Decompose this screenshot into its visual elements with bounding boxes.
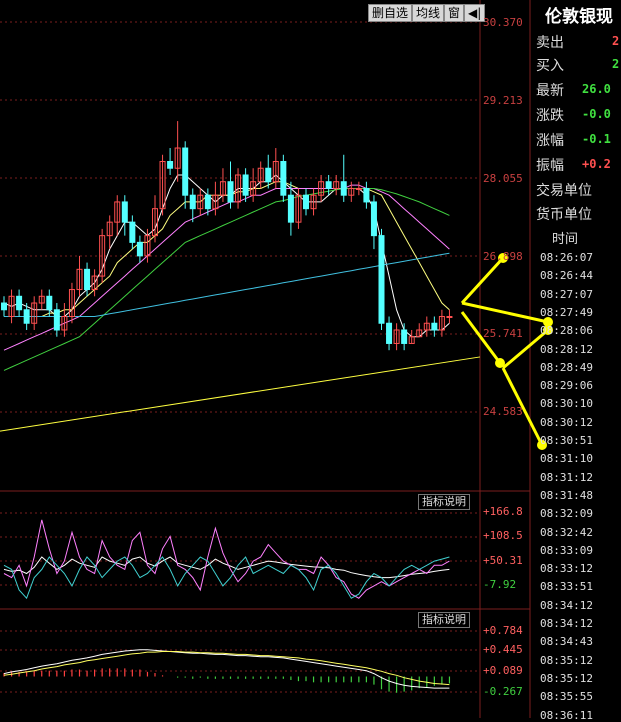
tick-time: 08:33:09 bbox=[540, 543, 593, 557]
candle-body bbox=[121, 201, 128, 223]
candle-body bbox=[16, 295, 23, 311]
tick-time: 08:36:11 bbox=[540, 708, 593, 722]
quote-label-change: 涨跌 bbox=[536, 108, 564, 124]
quote-label-amplitude: 振幅 bbox=[536, 158, 564, 174]
price-axis-label: 26.898 bbox=[483, 250, 523, 263]
tick-time: 08:30:10 bbox=[540, 397, 593, 411]
tick-time: 08:32:42 bbox=[540, 525, 593, 539]
tick-time: 08:35:12 bbox=[540, 671, 593, 685]
candle-body bbox=[280, 161, 287, 196]
tick-time: 08:31:10 bbox=[540, 452, 593, 466]
candle-body bbox=[431, 322, 438, 331]
chart-toolbar: 删自选 均线 窗 ◀| bbox=[368, 4, 486, 22]
moving-average-button[interactable]: 均线 bbox=[412, 4, 445, 22]
tick-time: 08:33:12 bbox=[540, 562, 593, 576]
quote-value-bid: 2 bbox=[612, 57, 620, 71]
tick-time: 08:28:06 bbox=[540, 324, 593, 338]
candle-body bbox=[1, 302, 7, 311]
candle-body bbox=[363, 187, 370, 203]
candle-body bbox=[53, 309, 60, 331]
quote-label-last: 最新 bbox=[536, 83, 564, 99]
indicator-axis-label: +0.784 bbox=[483, 624, 523, 637]
tick-time: 08:26:44 bbox=[540, 269, 593, 283]
tick-time: 08:28:12 bbox=[540, 342, 593, 356]
tick-time: 08:28:49 bbox=[540, 360, 593, 374]
candle-body bbox=[265, 167, 272, 183]
tick-time: 08:34:12 bbox=[540, 598, 593, 612]
candle-body bbox=[325, 181, 332, 189]
tick-time: 08:35:55 bbox=[540, 690, 593, 704]
quote-value-amplitude: +0.2 bbox=[582, 157, 611, 171]
quote-label-ask: 卖出 bbox=[536, 35, 564, 51]
candle-body bbox=[182, 147, 189, 196]
window-button[interactable]: 窗 bbox=[444, 4, 465, 22]
candle-body bbox=[446, 316, 453, 319]
candle-body bbox=[129, 221, 136, 243]
price-axis-label: 28.055 bbox=[483, 172, 523, 185]
long-term-line bbox=[0, 356, 481, 432]
indicator2-line bbox=[3, 649, 450, 689]
tick-time: 08:31:12 bbox=[540, 470, 593, 484]
candle-body bbox=[46, 295, 53, 311]
indicator-axis-label: -0.267 bbox=[483, 685, 523, 698]
candle-body bbox=[167, 161, 174, 169]
instrument-title: 伦敦银现 bbox=[545, 7, 613, 27]
tick-time: 08:33:51 bbox=[540, 580, 593, 594]
candle-body bbox=[340, 181, 347, 196]
tick-time: 08:32:09 bbox=[540, 507, 593, 521]
tick-time: 08:34:43 bbox=[540, 635, 593, 649]
chart-canvas[interactable] bbox=[0, 0, 621, 718]
annotation-arrow bbox=[460, 256, 505, 305]
price-axis-label: 29.213 bbox=[483, 94, 523, 107]
price-axis-label: 24.583 bbox=[483, 405, 523, 418]
indicator-help-button[interactable]: 指标说明 bbox=[418, 612, 470, 628]
candle-body bbox=[242, 174, 249, 196]
indicator-axis-label: -7.92 bbox=[483, 578, 517, 591]
quote-label-pct: 涨幅 bbox=[536, 133, 564, 149]
tick-time: 08:29:06 bbox=[540, 379, 593, 393]
indicator-axis-label: +0.445 bbox=[483, 643, 523, 656]
tick-time: 08:31:48 bbox=[540, 488, 593, 502]
tick-time: 08:30:51 bbox=[540, 434, 593, 447]
tick-time: 08:35:12 bbox=[540, 653, 593, 667]
candle-body bbox=[204, 194, 211, 210]
indicator2-line bbox=[3, 651, 450, 686]
tick-time: 08:27:49 bbox=[540, 305, 593, 319]
quote-value-pct: -0.1 bbox=[582, 132, 611, 146]
candle-body bbox=[136, 241, 143, 257]
tick-time: 08:27:07 bbox=[540, 287, 593, 301]
price-axis-label: 25.741 bbox=[483, 327, 523, 340]
indicator-help-button[interactable]: 指标说明 bbox=[418, 494, 470, 510]
quote-label-bid: 买入 bbox=[536, 58, 564, 74]
tick-time: 08:34:12 bbox=[540, 617, 593, 630]
indicator-axis-label: +166.8 bbox=[483, 505, 523, 518]
candle-body bbox=[401, 329, 408, 344]
quote-value-change: -0.0 bbox=[582, 107, 611, 121]
tick-time: 08:26:07 bbox=[540, 251, 593, 264]
indicator1-line bbox=[3, 519, 450, 599]
quote-value-ask: 2 bbox=[612, 34, 620, 48]
candle-body bbox=[386, 322, 393, 344]
candle-body bbox=[227, 181, 234, 203]
remove-watchlist-button[interactable]: 删自选 bbox=[368, 4, 413, 22]
annotation-arrow bbox=[461, 301, 549, 324]
quote-label-currency-unit: 货币单位 bbox=[536, 207, 592, 223]
indicator-axis-label: +108.5 bbox=[483, 529, 523, 542]
candle-body bbox=[303, 194, 309, 210]
tick-time: 08:30:12 bbox=[540, 415, 593, 429]
candle-body bbox=[84, 268, 91, 291]
annotation-arrowhead bbox=[495, 358, 505, 368]
candle-body bbox=[378, 235, 385, 324]
candle-body bbox=[23, 309, 30, 324]
candle-body bbox=[287, 194, 294, 223]
indicator-axis-label: +0.089 bbox=[483, 664, 523, 677]
candle-body bbox=[355, 187, 362, 190]
quote-value-last: 26.0 bbox=[582, 82, 611, 96]
quote-label-trade-unit: 交易单位 bbox=[536, 183, 592, 199]
indicator-axis-label: +50.31 bbox=[483, 554, 523, 567]
candle-body bbox=[370, 201, 377, 237]
candle-body bbox=[189, 194, 196, 210]
price-axis-label: 30.370 bbox=[483, 16, 523, 29]
time-column-header: 时间 bbox=[552, 232, 579, 247]
